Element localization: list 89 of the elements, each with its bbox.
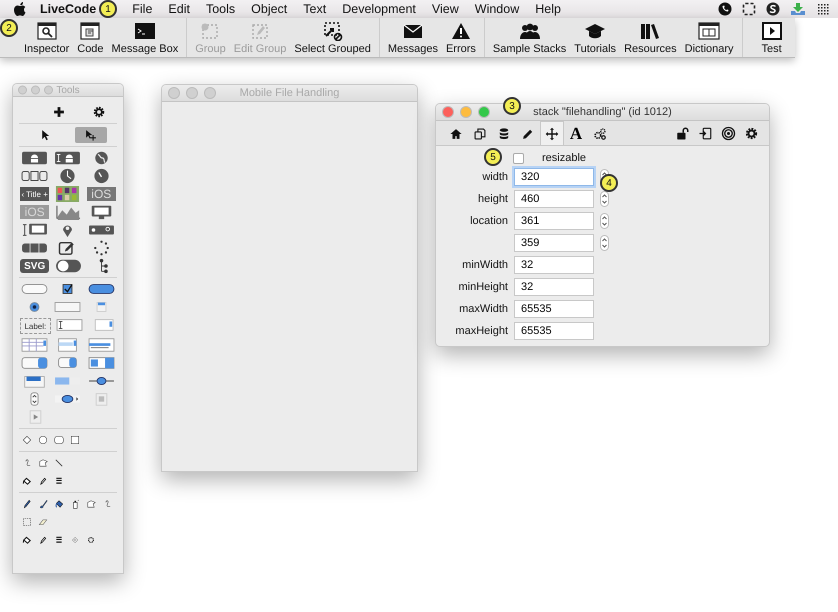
move-icon bbox=[545, 126, 559, 140]
stepper-icon[interactable] bbox=[600, 191, 609, 207]
test-icon bbox=[760, 20, 783, 40]
database-icon bbox=[497, 126, 511, 140]
input-field[interactable]: 32 bbox=[514, 256, 594, 274]
android-button-tool-icon[interactable] bbox=[21, 150, 48, 166]
svg-label-tool[interactable]: SVG bbox=[20, 259, 50, 273]
gear-tool-icon[interactable] bbox=[92, 105, 106, 119]
stepper-icon[interactable] bbox=[600, 213, 609, 229]
checkbox-label: resizable bbox=[541, 152, 586, 164]
option-menu-tool-icon[interactable] bbox=[21, 355, 48, 371]
field-label: minHeight bbox=[457, 281, 508, 293]
menu-item[interactable]: View bbox=[424, 2, 467, 16]
menu-item[interactable]: Edit bbox=[160, 2, 198, 16]
menu-item[interactable]: Tools bbox=[198, 2, 244, 16]
inspector-tab[interactable] bbox=[540, 121, 564, 145]
dot-grid-icon[interactable] bbox=[816, 2, 830, 16]
toolbar-button[interactable]: Test bbox=[756, 18, 787, 57]
field-label: width bbox=[481, 171, 508, 183]
errors-icon bbox=[450, 20, 472, 40]
home-icon bbox=[449, 126, 463, 140]
toolbar-button[interactable]: Dictionary bbox=[680, 18, 738, 57]
scrolling-list-tool-icon[interactable] bbox=[88, 337, 115, 353]
sample-stacks-icon bbox=[518, 20, 541, 40]
inspector-tab[interactable]: A bbox=[564, 121, 588, 145]
text-field-tool-icon[interactable] bbox=[56, 317, 83, 333]
field-label: minWidth bbox=[461, 259, 508, 271]
android-field-tool-icon[interactable] bbox=[54, 150, 82, 166]
toolbar-button[interactable]: Code bbox=[73, 18, 108, 57]
menu-item[interactable]: Window bbox=[466, 2, 528, 16]
checkbox[interactable] bbox=[513, 152, 524, 164]
toolbar-button[interactable]: Sample Stacks bbox=[488, 18, 570, 57]
title-bar-tool[interactable]: ‹ Title + bbox=[20, 187, 50, 201]
window-title: Tools bbox=[56, 84, 80, 96]
input-field[interactable]: 361 bbox=[514, 212, 594, 230]
callout-marker: 3 bbox=[503, 97, 521, 115]
toolbar-button[interactable]: Message Box bbox=[108, 18, 182, 57]
input-field[interactable]: 65535 bbox=[514, 322, 594, 340]
field-label: maxWidth bbox=[458, 303, 508, 315]
push-button-tool-icon[interactable] bbox=[21, 281, 48, 297]
line-graph-tool-icon[interactable] bbox=[54, 204, 82, 220]
chat-circle-icon[interactable] bbox=[766, 2, 780, 16]
gear-icon[interactable] bbox=[744, 126, 759, 140]
lock-icon[interactable] bbox=[675, 126, 690, 140]
message-box-icon bbox=[134, 20, 156, 40]
toolbar-button[interactable]: Select Grouped bbox=[290, 18, 375, 57]
stepper-icon[interactable] bbox=[600, 235, 609, 251]
input-field[interactable]: 359 bbox=[514, 234, 594, 252]
default-button-tool-icon[interactable] bbox=[88, 281, 115, 297]
menu-item[interactable]: File bbox=[124, 2, 160, 16]
gears-icon bbox=[593, 126, 607, 140]
toolbar-button[interactable]: Tutorials bbox=[570, 18, 620, 57]
label-field-tool[interactable]: Label: bbox=[20, 318, 51, 334]
code-icon bbox=[79, 20, 102, 40]
download-icon[interactable] bbox=[790, 2, 806, 16]
edit-pointer-tool-icon[interactable] bbox=[84, 128, 98, 142]
menu-item[interactable]: Object bbox=[243, 2, 296, 16]
toggle-tool-icon[interactable] bbox=[54, 258, 82, 274]
input-field[interactable]: 65535 bbox=[514, 300, 594, 318]
export-icon[interactable] bbox=[698, 126, 713, 140]
copy-icon bbox=[473, 126, 487, 140]
select-grouped-icon bbox=[322, 20, 344, 40]
app-menu[interactable]: LiveCode bbox=[26, 2, 100, 16]
menu-item[interactable]: Help bbox=[527, 2, 569, 16]
field-label: location bbox=[469, 215, 508, 227]
input-field[interactable]: 320 bbox=[514, 168, 594, 186]
input-field[interactable]: 460 bbox=[514, 190, 594, 208]
toolbar-button[interactable]: Resources bbox=[620, 18, 681, 57]
segmented-tool-icon[interactable] bbox=[21, 168, 48, 184]
swatches-tool-icon[interactable] bbox=[54, 186, 82, 202]
dashed-square-icon[interactable] bbox=[742, 2, 756, 16]
window-title: Mobile File Handling bbox=[240, 87, 340, 99]
toolbar-button[interactable]: Errors bbox=[442, 18, 480, 57]
toolbar-button[interactable]: Messages bbox=[384, 18, 442, 57]
plus-tool-icon[interactable] bbox=[52, 105, 66, 119]
menu-item[interactable]: Text bbox=[295, 2, 334, 16]
field-label: maxHeight bbox=[454, 325, 508, 337]
inspector-icon bbox=[36, 20, 58, 40]
phone-bubble-icon[interactable] bbox=[718, 2, 732, 16]
target-icon[interactable] bbox=[721, 126, 736, 140]
field-label: height bbox=[477, 193, 508, 205]
window-title: stack "filehandling" (id 1012) bbox=[533, 106, 672, 118]
input-field[interactable]: 32 bbox=[514, 278, 594, 296]
apple-icon[interactable] bbox=[14, 2, 26, 16]
menu-item[interactable]: Development bbox=[334, 2, 424, 16]
dictionary-icon bbox=[698, 20, 720, 40]
toolbar-button[interactable]: Inspector bbox=[20, 18, 74, 57]
field-desktop-tool-icon[interactable] bbox=[21, 222, 48, 238]
table-field-tool-icon[interactable] bbox=[21, 337, 48, 353]
